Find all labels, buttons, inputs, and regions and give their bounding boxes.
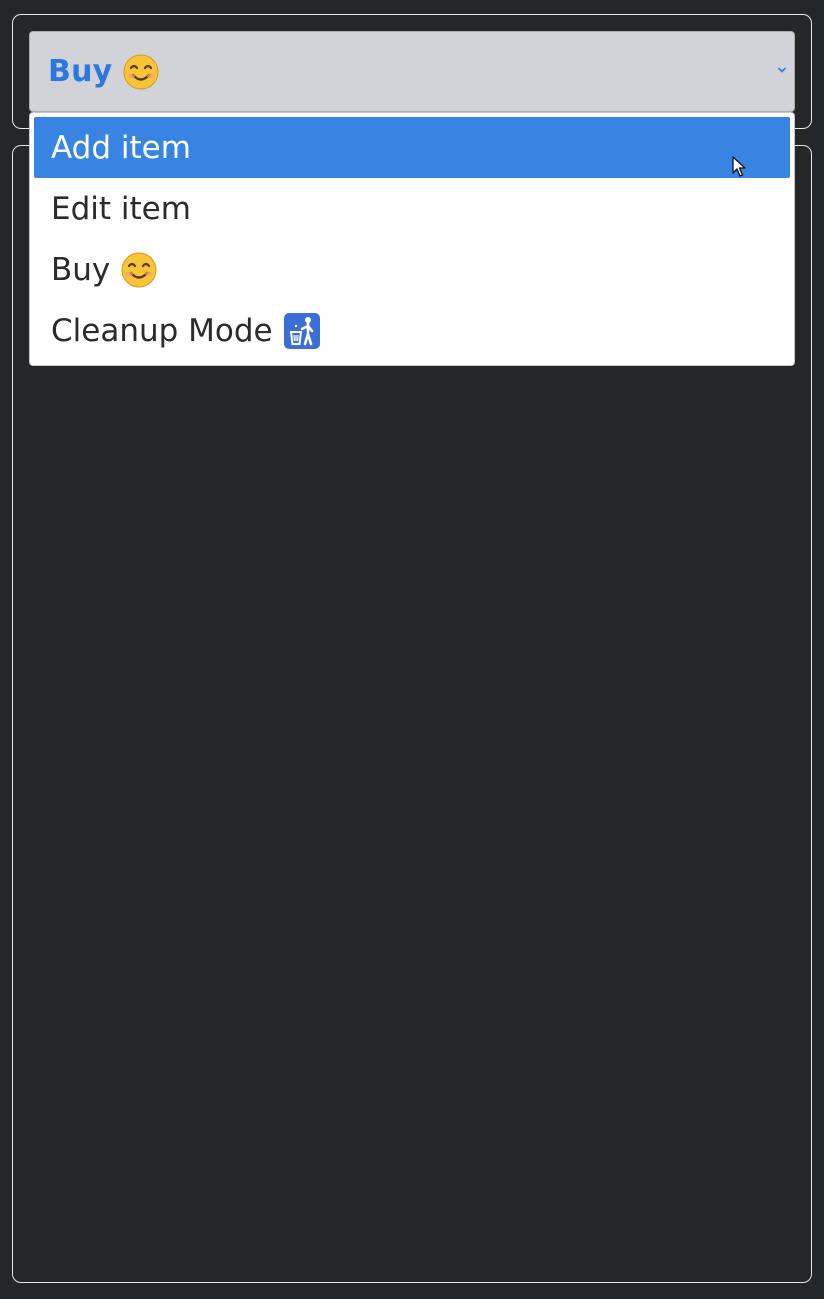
option-add-item[interactable]: Add item (34, 117, 790, 178)
option-edit-item[interactable]: Edit item (34, 178, 790, 239)
mode-select[interactable]: Buy (29, 31, 795, 112)
chevron-down-icon (778, 67, 786, 73)
litter-in-bin-icon (283, 312, 320, 349)
option-cleanup-mode[interactable]: Cleanup Mode (34, 300, 790, 361)
mouse-cursor-icon (732, 156, 746, 177)
option-label: Add item (51, 129, 191, 166)
mode-select-value: Buy (48, 54, 113, 89)
option-buy[interactable]: Buy (34, 239, 790, 300)
option-label: Edit item (51, 190, 191, 227)
option-label: Buy (51, 251, 111, 288)
mode-dropdown-list: Add item Edit item Buy Cleanup Mode (29, 112, 795, 366)
smiling-face-icon (123, 54, 159, 89)
option-label: Cleanup Mode (51, 312, 273, 349)
smiling-face-icon (121, 252, 157, 287)
